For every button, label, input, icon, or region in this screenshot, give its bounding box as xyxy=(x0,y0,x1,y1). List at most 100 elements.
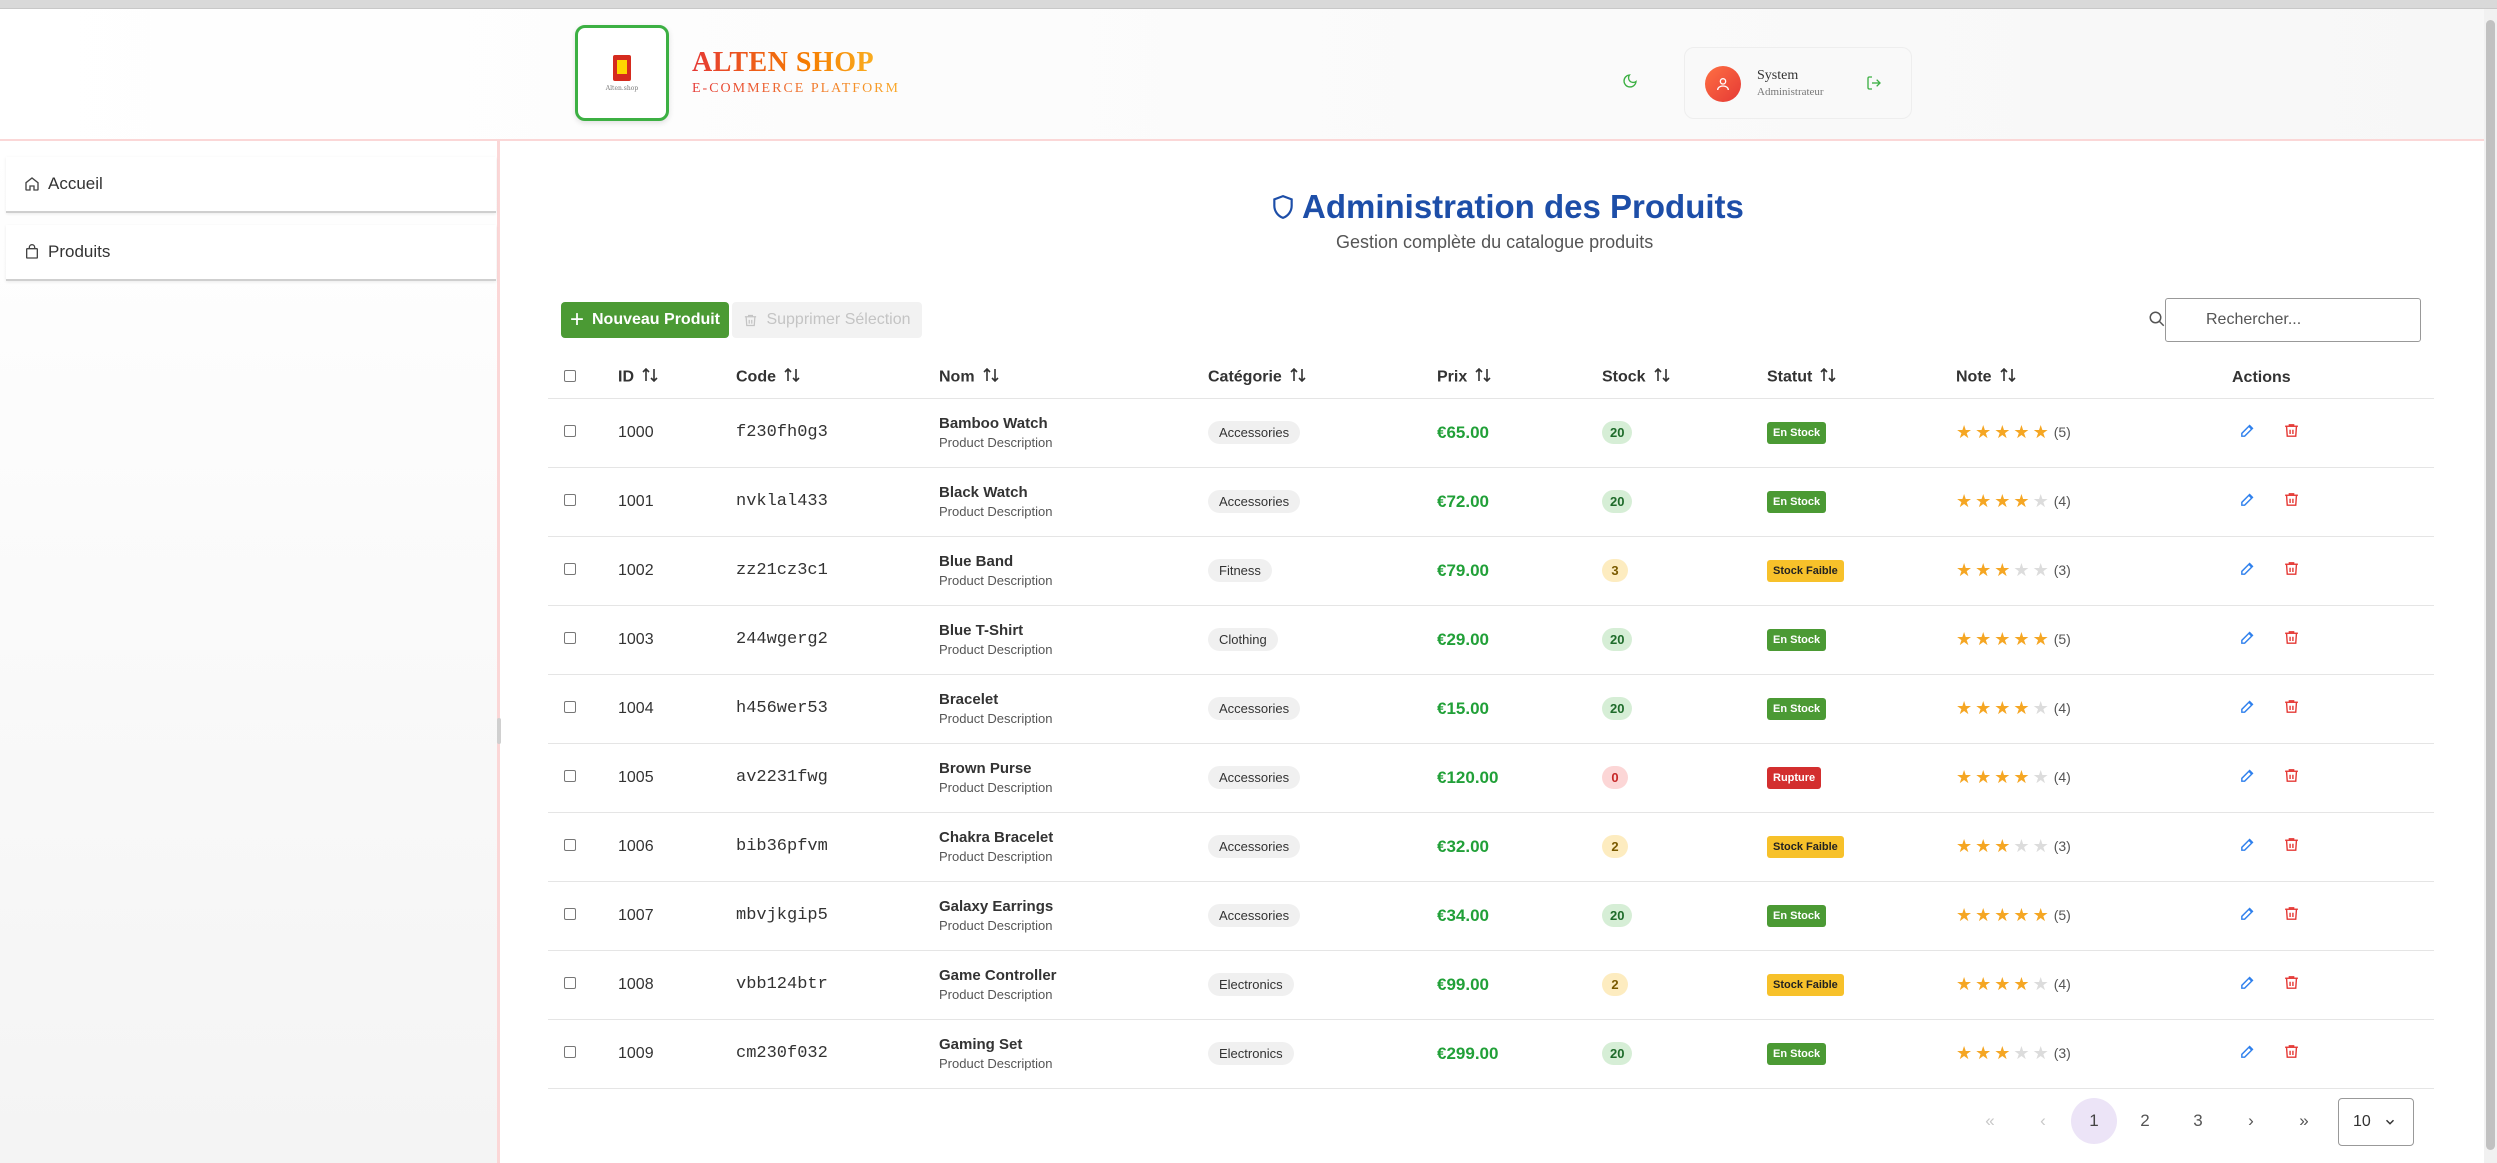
row-checkbox[interactable] xyxy=(564,424,576,437)
delete-button[interactable] xyxy=(2278,765,2304,791)
header-price-label: Prix xyxy=(1437,368,1468,386)
star-icon: ★ xyxy=(1994,628,2011,649)
row-checkbox[interactable] xyxy=(564,493,576,506)
dark-mode-toggle[interactable] xyxy=(1618,69,1642,93)
edit-button[interactable] xyxy=(2234,765,2260,791)
page-button-1[interactable]: 1 xyxy=(2071,1098,2117,1144)
star-icon: ★ xyxy=(2032,697,2049,718)
edit-button[interactable] xyxy=(2234,558,2260,584)
product-description: Product Description xyxy=(939,780,1053,795)
row-checkbox[interactable] xyxy=(564,769,576,782)
delete-button[interactable] xyxy=(2278,696,2304,722)
edit-button[interactable] xyxy=(2234,972,2260,998)
trash-icon xyxy=(2283,629,2300,651)
table-row: 1000 f230fh0g3 Bamboo Watch Product Descrip… xyxy=(548,398,2434,468)
category-chip: Electronics xyxy=(1208,1042,1294,1065)
header-rating[interactable]: Note xyxy=(1956,358,2232,399)
products-table: ID Code Nom Catégorie Prix Stock Statut … xyxy=(548,358,2434,1089)
star-icon: ★ xyxy=(1956,490,1973,511)
status-badge: En Stock xyxy=(1767,421,1827,444)
cell-stock: 20 xyxy=(1602,467,1767,537)
edit-button[interactable] xyxy=(2234,1041,2260,1067)
delete-button[interactable] xyxy=(2278,489,2304,515)
header-name[interactable]: Nom xyxy=(939,358,1208,399)
row-checkbox[interactable] xyxy=(564,1045,576,1058)
star-icon: ★ xyxy=(2013,628,2030,649)
product-name: Game Controller xyxy=(939,967,1057,984)
rows-per-page-select[interactable]: 10 xyxy=(2338,1098,2414,1146)
delete-button[interactable] xyxy=(2278,903,2304,929)
edit-button[interactable] xyxy=(2234,903,2260,929)
new-product-button[interactable]: + Nouveau Produit xyxy=(561,302,729,338)
select-all-cell xyxy=(548,358,618,399)
avatar[interactable] xyxy=(1705,66,1741,102)
chevron-down-icon xyxy=(2385,1119,2394,1125)
cell-name: Game Controller Product Description xyxy=(939,950,1208,1020)
star-icon: ★ xyxy=(1975,697,1992,718)
header-stock[interactable]: Stock xyxy=(1602,358,1767,399)
row-checkbox[interactable] xyxy=(564,907,576,920)
edit-button[interactable] xyxy=(2234,489,2260,515)
cell-stock: 0 xyxy=(1602,743,1767,813)
first-page-button[interactable]: « xyxy=(1965,1098,2015,1144)
last-page-button[interactable]: » xyxy=(2279,1098,2329,1144)
page-button-2[interactable]: 2 xyxy=(2120,1098,2170,1144)
next-page-button[interactable]: › xyxy=(2226,1098,2276,1144)
header-price[interactable]: Prix xyxy=(1437,358,1602,399)
row-checkbox[interactable] xyxy=(564,700,576,713)
edit-button[interactable] xyxy=(2234,696,2260,722)
rating-stars: ★ ★ ★ ★ ★ (5) xyxy=(1956,630,2071,648)
brand-logo[interactable]: Alten.shop xyxy=(575,25,669,121)
product-name: Bracelet xyxy=(939,691,999,708)
star-icon: ★ xyxy=(1975,766,1992,787)
sidebar-item-accueil[interactable]: Accueil xyxy=(6,157,496,213)
row-checkbox[interactable] xyxy=(564,631,576,644)
sidebar-item-produits[interactable]: Produits xyxy=(6,225,496,281)
edit-button[interactable] xyxy=(2234,627,2260,653)
cell-category: Accessories xyxy=(1208,743,1437,813)
header-status[interactable]: Statut xyxy=(1767,358,1956,399)
status-badge: Stock Faible xyxy=(1767,973,1844,996)
sidebar-item-label: Produits xyxy=(48,242,111,261)
header-code[interactable]: Code xyxy=(736,358,939,399)
scrollbar-thumb[interactable] xyxy=(2486,20,2495,1150)
row-checkbox[interactable] xyxy=(564,838,576,851)
star-icon: ★ xyxy=(2032,766,2049,787)
pencil-icon xyxy=(2239,905,2256,927)
row-checkbox[interactable] xyxy=(564,562,576,575)
logout-button[interactable] xyxy=(1861,70,1887,96)
select-all-checkbox[interactable] xyxy=(564,369,576,382)
delete-selection-button[interactable]: Supprimer Sélection xyxy=(732,302,922,338)
star-icon: ★ xyxy=(1975,1042,1992,1063)
delete-button[interactable] xyxy=(2278,972,2304,998)
delete-button[interactable] xyxy=(2278,627,2304,653)
page-button-3[interactable]: 3 xyxy=(2173,1098,2223,1144)
rating-count: (3) xyxy=(2053,1044,2071,1061)
star-icon: ★ xyxy=(2013,1042,2030,1063)
header-code-label: Code xyxy=(736,368,776,386)
cell-id: 1005 xyxy=(618,743,736,813)
delete-button[interactable] xyxy=(2278,558,2304,584)
header-id[interactable]: ID xyxy=(618,358,736,399)
pencil-icon xyxy=(2239,629,2256,651)
cell-stock: 3 xyxy=(1602,536,1767,606)
cell-id: 1002 xyxy=(618,536,736,606)
search-input[interactable] xyxy=(2165,298,2421,342)
sort-icon xyxy=(1820,368,1836,387)
delete-button[interactable] xyxy=(2278,420,2304,446)
header-category[interactable]: Catégorie xyxy=(1208,358,1437,399)
edit-button[interactable] xyxy=(2234,420,2260,446)
prev-page-button[interactable]: ‹ xyxy=(2018,1098,2068,1144)
category-chip: Accessories xyxy=(1208,835,1301,858)
cell-actions xyxy=(2232,950,2434,1020)
cell-price: €79.00 xyxy=(1437,536,1602,606)
sidebar-resize-handle[interactable] xyxy=(497,718,501,744)
stock-badge: 20 xyxy=(1602,490,1633,513)
row-checkbox[interactable] xyxy=(564,976,576,989)
star-icon: ★ xyxy=(1956,766,1973,787)
rating-count: (5) xyxy=(2053,630,2071,647)
cell-price: €15.00 xyxy=(1437,674,1602,744)
edit-button[interactable] xyxy=(2234,834,2260,860)
delete-button[interactable] xyxy=(2278,834,2304,860)
delete-button[interactable] xyxy=(2278,1041,2304,1067)
